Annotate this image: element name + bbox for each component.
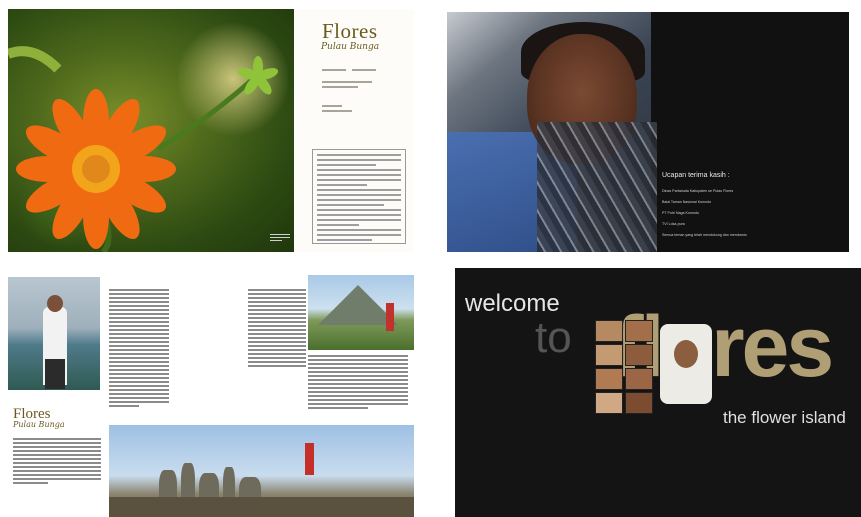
photographer-photo xyxy=(8,277,100,390)
photo-head xyxy=(47,295,63,312)
spread-acknowledgements: Ucapan terima kasih : Dinas Pariwisata K… xyxy=(447,12,849,252)
to-text: to xyxy=(535,313,572,362)
portrait-thumbnail xyxy=(595,392,623,414)
visitor-figure xyxy=(305,443,314,475)
spread-introduction: Flores Pulau Bunga xyxy=(8,275,414,517)
volcano-photo xyxy=(308,275,414,350)
acknowledgement-item: Dinas Pariwisata Kabupaten se Pulau Flor… xyxy=(662,189,734,193)
text-column xyxy=(248,289,306,369)
photo-weaving xyxy=(537,122,657,252)
acknowledgements-title: Ucapan terima kasih : xyxy=(662,172,730,179)
edition-line xyxy=(322,110,352,112)
text-column xyxy=(308,355,408,411)
weaver-photo xyxy=(447,12,657,252)
orange-flower-illustration xyxy=(8,46,279,252)
acknowledgement-item: Balai Taman Nasional Komodo xyxy=(662,200,712,204)
portrait-thumbnail xyxy=(625,392,653,414)
flower-photo xyxy=(8,9,294,252)
author-line xyxy=(322,69,346,71)
tagline: the flower island xyxy=(723,408,846,427)
photo-legs xyxy=(45,359,65,389)
acknowledgements: Ucapan terima kasih : Dinas Pariwisata K… xyxy=(662,172,842,244)
section-subtitle: Pulau Bunga xyxy=(13,420,65,429)
acknowledgement-item: TVI Loka-pura xyxy=(662,222,685,226)
spread-flower-title: Flores Pulau Bunga xyxy=(8,9,414,252)
megalith-photo xyxy=(109,425,414,517)
book-subtitle: Pulau Bunga xyxy=(321,42,380,52)
book-title: Flores xyxy=(322,19,378,43)
title-page: Flores Pulau Bunga xyxy=(294,9,414,252)
publisher-line xyxy=(322,86,358,88)
acknowledgement-item: PT Putri Naga Komodo xyxy=(662,211,699,215)
intro-paragraph xyxy=(13,438,101,486)
portrait-thumbnail xyxy=(625,344,653,366)
photo-credit xyxy=(270,234,290,244)
author-line xyxy=(352,69,376,71)
copyright-box xyxy=(312,149,406,244)
publisher-line xyxy=(322,81,372,83)
portrait-grid xyxy=(595,320,657,414)
spread-welcome: welcome to flores the flower island xyxy=(455,268,861,517)
portrait-thumbnail xyxy=(595,344,623,366)
hiker-figure xyxy=(386,303,394,331)
portrait-thumbnail xyxy=(595,320,623,342)
text-column xyxy=(109,289,169,409)
acknowledgement-item: Semua teman yang telah mendukung dan mem… xyxy=(662,233,747,237)
edition-line xyxy=(322,105,342,107)
nun-portrait xyxy=(660,324,712,404)
nun-face xyxy=(674,340,698,368)
portrait-thumbnail xyxy=(625,320,653,342)
stone xyxy=(109,497,414,517)
portrait-thumbnail xyxy=(625,368,653,390)
portrait-thumbnail xyxy=(595,368,623,390)
